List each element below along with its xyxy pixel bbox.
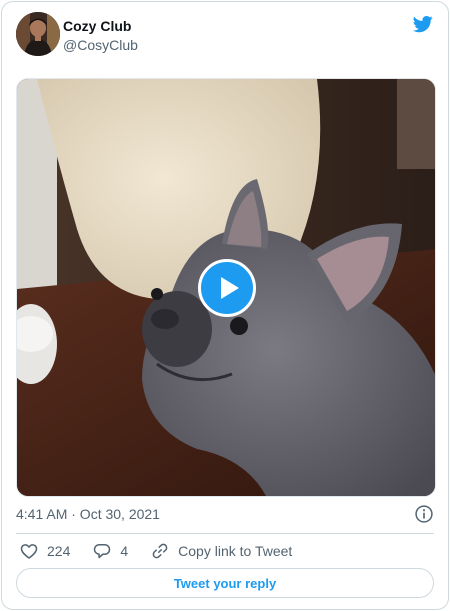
comment-icon — [94, 544, 111, 559]
avatar[interactable] — [16, 12, 60, 56]
author-handle[interactable]: @CosyClub — [63, 36, 138, 54]
tweet-timestamp[interactable]: 4:41 AM · Oct 30, 2021 — [16, 506, 160, 522]
author-names: Cozy Club @CosyClub — [63, 17, 138, 54]
tweet-card: Cozy Club @CosyClub 4:41 AM · Oct 30, 20… — [1, 1, 449, 610]
divider — [16, 533, 434, 534]
like-button[interactable]: 224 — [19, 541, 70, 561]
info-icon[interactable] — [414, 504, 434, 524]
tweet-meta: 4:41 AM · Oct 30, 2021 — [16, 504, 434, 524]
tweet-your-reply-button[interactable]: Tweet your reply — [16, 568, 434, 598]
twitter-bird-icon[interactable] — [412, 14, 434, 34]
play-icon — [220, 277, 239, 299]
like-count: 224 — [47, 543, 71, 559]
author-display-name[interactable]: Cozy Club — [63, 17, 138, 35]
tweet-header: Cozy Club @CosyClub — [16, 12, 434, 58]
tweet-actions: 224 4 Copy link to Tweet — [16, 540, 292, 562]
video-player[interactable] — [16, 78, 436, 497]
reply-action-button[interactable]: 4 — [92, 541, 128, 561]
reply-count: 4 — [120, 543, 129, 559]
link-icon — [152, 543, 168, 559]
heart-icon — [20, 544, 38, 559]
play-button[interactable] — [198, 259, 256, 317]
copy-link-button[interactable]: Copy link to Tweet — [150, 541, 292, 561]
copy-link-label: Copy link to Tweet — [178, 543, 293, 559]
